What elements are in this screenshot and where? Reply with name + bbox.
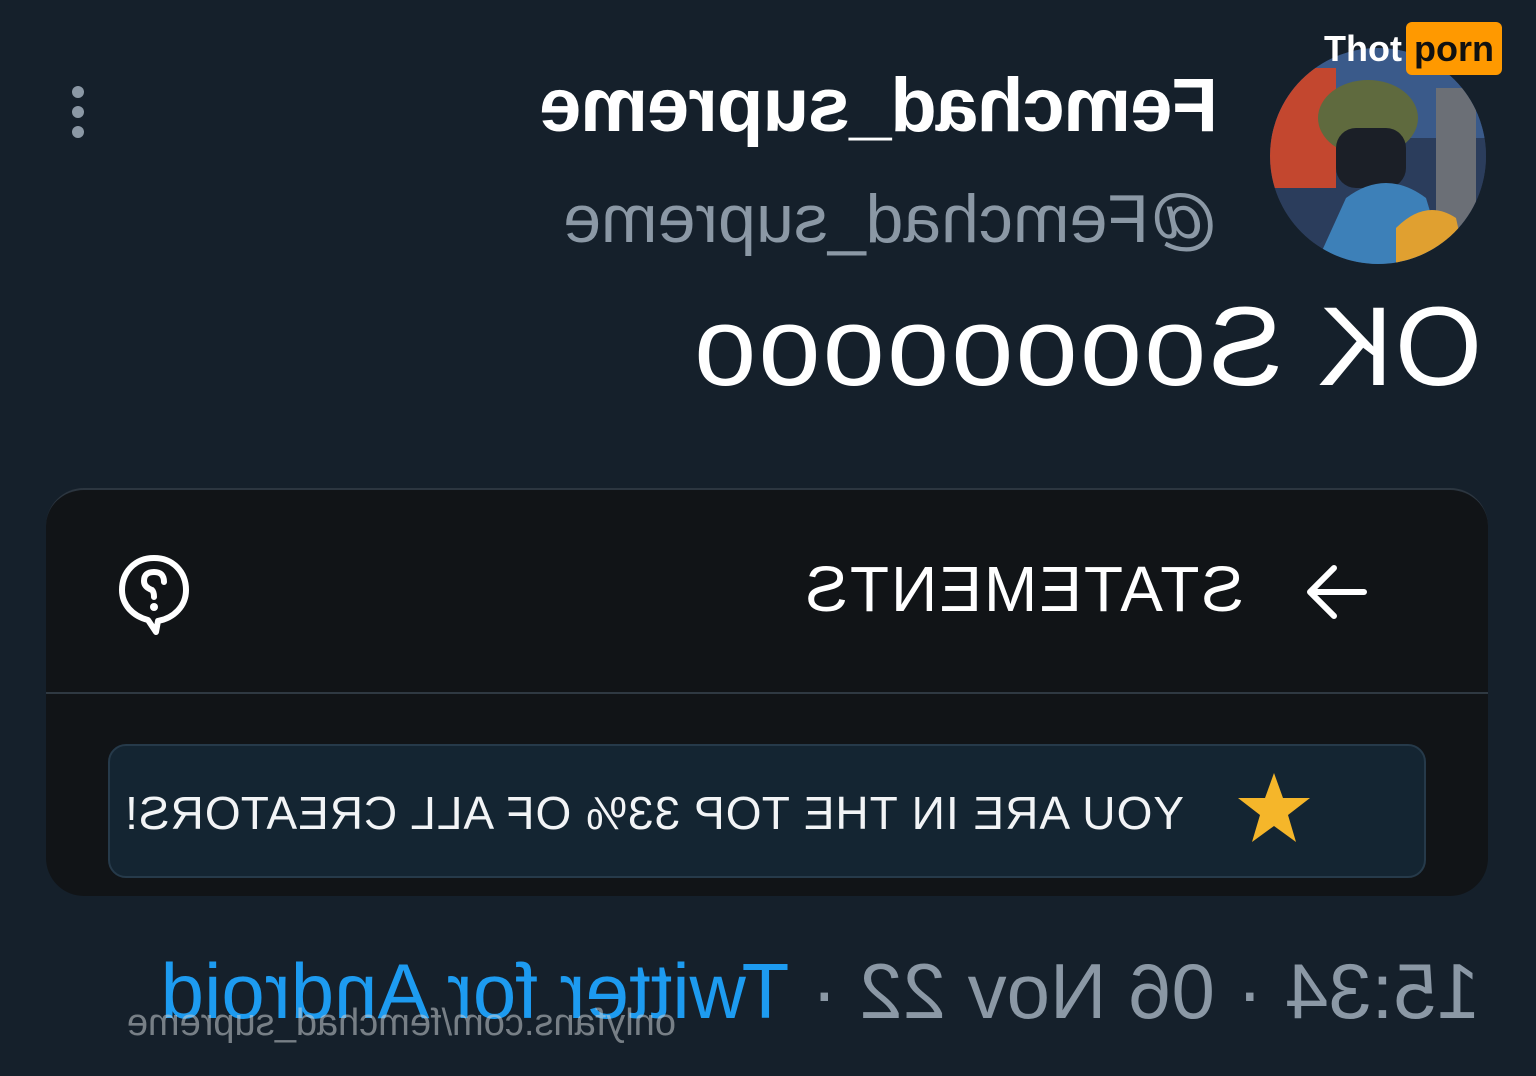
help-bubble-icon[interactable]: [116, 552, 192, 636]
meta-separator: ·: [811, 947, 838, 1035]
url-watermark: onlyfans.com/femchad_supreme: [126, 1002, 676, 1044]
tweet-time: 15:34: [1284, 947, 1480, 1035]
meta-separator: ·: [1236, 947, 1263, 1035]
site-logo-part1: Thot: [1324, 28, 1403, 69]
more-vertical-icon[interactable]: [60, 84, 96, 140]
rank-banner: YOU ARE IN THE TOP 33% OF ALL CREATORS!: [108, 744, 1426, 878]
rank-text: YOU ARE IN THE TOP 33% OF ALL CREATORS!: [124, 787, 1184, 839]
arrow-right-icon: [1304, 562, 1368, 622]
statements-card: STATEMENTS YOU ARE IN THE TOP 33% OF ALL…: [46, 488, 1488, 896]
avatar-image: [1270, 48, 1486, 264]
mirrored-screenshot: Femchad_supreme @Femchad_supreme OK Sooo…: [0, 0, 1536, 1076]
avatar[interactable]: [1270, 48, 1486, 264]
tweet-text: OK Soooooooo: [692, 284, 1482, 409]
site-logo: Thot porn: [1320, 22, 1502, 80]
statements-row[interactable]: STATEMENTS: [46, 490, 1488, 694]
display-name[interactable]: Femchad_supreme: [540, 62, 1218, 149]
statements-label: STATEMENTS: [803, 553, 1244, 625]
star-icon: [1236, 770, 1312, 846]
tweet-date[interactable]: 06 Nov 22: [859, 947, 1215, 1035]
user-handle[interactable]: @Femchad_supreme: [563, 180, 1218, 258]
site-logo-part2: porn: [1406, 22, 1502, 75]
